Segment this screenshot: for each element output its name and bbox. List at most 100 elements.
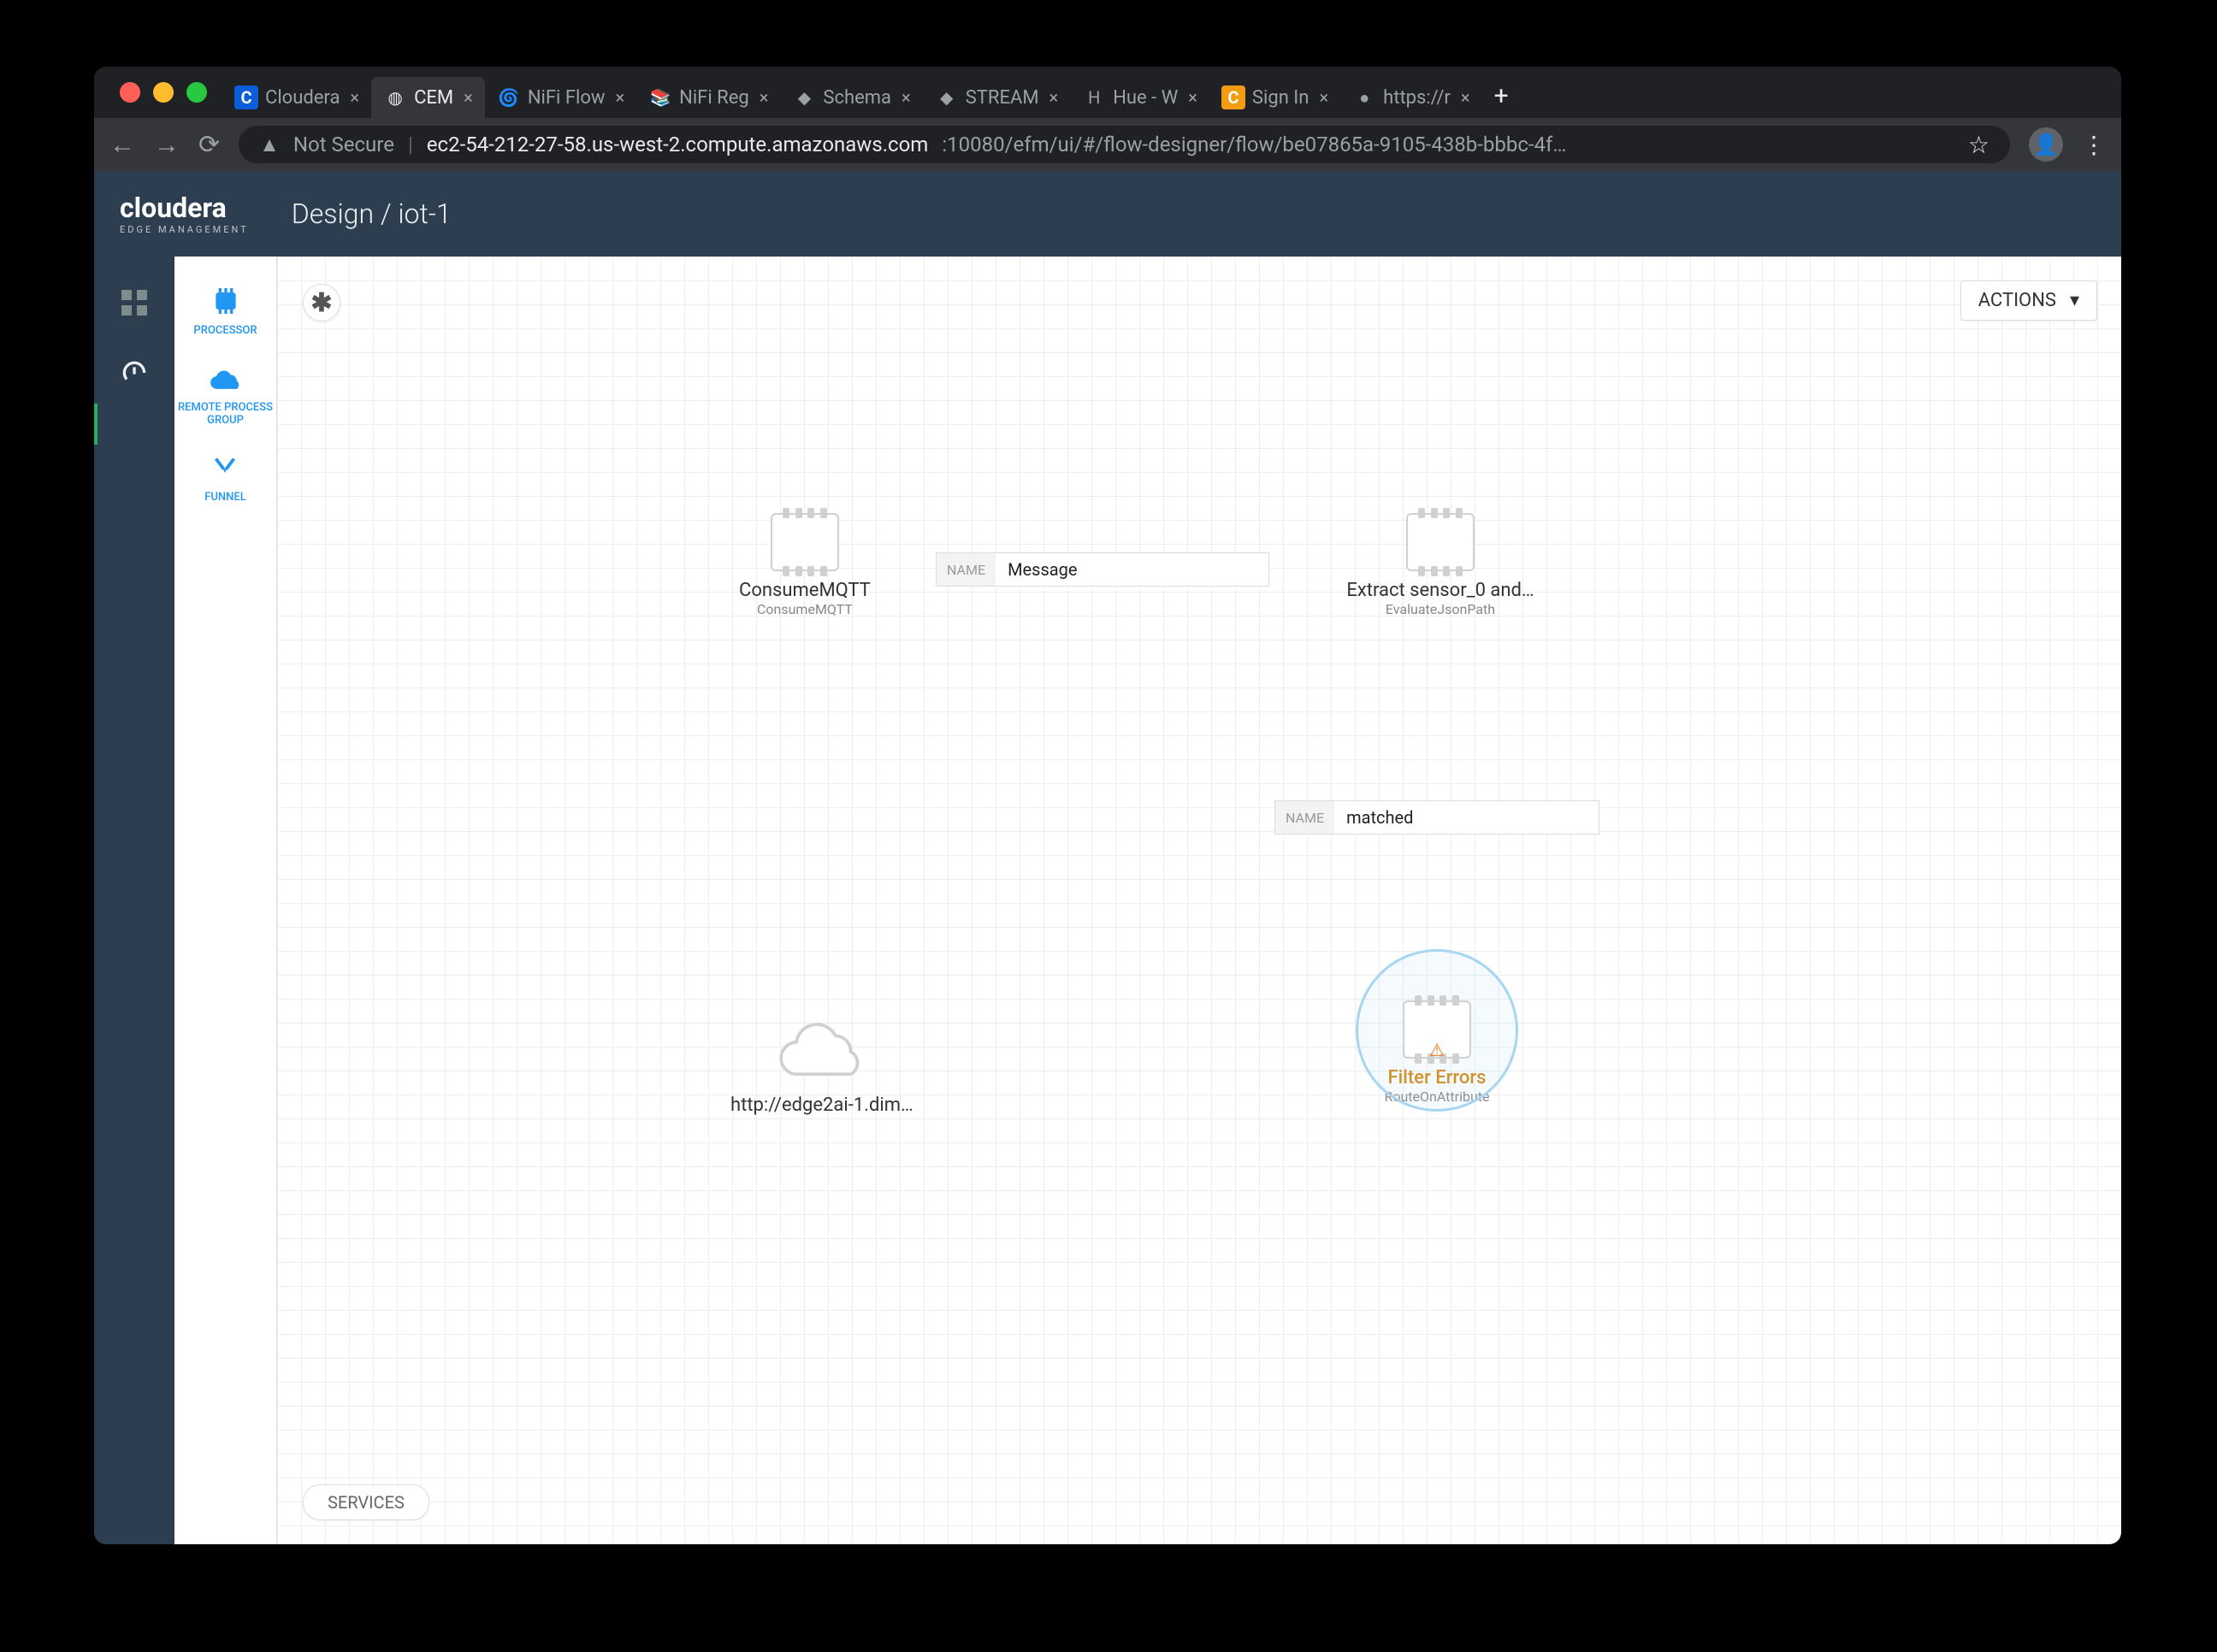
flow-canvas[interactable]: ✱ ACTIONS ▾ SERVICES xyxy=(277,257,2121,1544)
favicon-stream: ◆ xyxy=(935,86,959,109)
funnel-icon xyxy=(206,449,244,487)
palette-rpg[interactable]: REMOTE PROCESS GROUP xyxy=(174,359,276,427)
processor-icon xyxy=(207,282,245,320)
profile-avatar[interactable]: 👤 xyxy=(2029,127,2063,162)
menu-icon[interactable]: ⋮ xyxy=(2082,131,2106,159)
services-button[interactable]: SERVICES xyxy=(303,1484,429,1520)
tab-title: NiFi Reg xyxy=(679,87,749,109)
tab-https[interactable]: ● https://r × xyxy=(1340,77,1481,118)
tab-close-icon[interactable]: × xyxy=(1315,86,1332,109)
not-secure-icon: ▲ xyxy=(259,133,280,157)
palette-processor-label: PROCESSOR xyxy=(193,325,257,337)
left-sidebar xyxy=(94,257,174,1544)
processor-title: ConsumeMQTT xyxy=(739,580,871,601)
chevron-down-icon: ▾ xyxy=(2070,290,2079,311)
favicon-nifi-reg: 📚 xyxy=(648,86,672,109)
tab-title: STREAM xyxy=(966,87,1039,109)
palette-rpg-label: REMOTE PROCESS GROUP xyxy=(174,402,276,427)
browser-window: C Cloudera × ◍ CEM × 🌀 NiFi Flow × 📚 NiF… xyxy=(94,67,2121,1544)
component-palette: PROCESSOR REMOTE PROCESS GROUP FUNNEL xyxy=(174,257,277,1544)
tab-cloudera[interactable]: C Cloudera × xyxy=(222,77,371,118)
bookmark-icon[interactable]: ☆ xyxy=(1968,131,1989,159)
tab-strip: C Cloudera × ◍ CEM × 🌀 NiFi Flow × 📚 NiF… xyxy=(94,67,2121,118)
connection-name-value: matched xyxy=(1334,807,1599,828)
tab-title: Cloudera xyxy=(265,87,340,109)
tab-title: https://r xyxy=(1383,87,1451,109)
not-secure-label: Not Secure xyxy=(293,133,394,156)
maximize-window-icon[interactable] xyxy=(186,82,207,103)
sidebar-item-dashboard[interactable] xyxy=(114,352,155,393)
minimize-window-icon[interactable] xyxy=(153,82,174,103)
favicon-signin: C xyxy=(1221,86,1245,109)
url-path: :10080/efm/ui/#/flow-designer/flow/be078… xyxy=(942,133,1566,156)
palette-funnel-label: FUNNEL xyxy=(204,492,245,504)
favicon-generic: ● xyxy=(1352,86,1376,109)
logo: cloudera EDGE MANAGEMENT xyxy=(120,194,249,234)
tab-title: NiFi Flow xyxy=(528,87,606,109)
actions-button[interactable]: ACTIONS ▾ xyxy=(1960,280,2097,321)
reload-icon[interactable]: ⟳ xyxy=(198,130,220,160)
favicon-hue: H xyxy=(1082,86,1106,109)
macos-window-controls[interactable] xyxy=(104,82,222,103)
sidebar-item-grid[interactable] xyxy=(114,282,155,323)
connection-label-message[interactable]: NAME Message xyxy=(936,552,1269,587)
tab-signin[interactable]: C Sign In × xyxy=(1209,77,1340,118)
url-bar[interactable]: ▲ Not Secure | ec2-54-212-27-58.us-west-… xyxy=(239,126,2010,163)
tab-title: CEM xyxy=(414,87,453,109)
favicon-cloudera: C xyxy=(234,86,258,109)
tab-cem[interactable]: ◍ CEM × xyxy=(371,77,485,118)
tab-title: Sign In xyxy=(1252,87,1310,109)
sidebar-active-indicator xyxy=(94,404,98,445)
warning-icon: ⚠ xyxy=(1429,1040,1445,1060)
processor-icon xyxy=(1406,513,1475,571)
tab-close-icon[interactable]: × xyxy=(612,86,628,109)
processor-consumemqtt[interactable]: ConsumeMQTT ConsumeMQTT xyxy=(739,513,871,617)
palette-processor[interactable]: PROCESSOR xyxy=(193,282,257,337)
forward-icon[interactable]: → xyxy=(154,130,180,160)
app-body: PROCESSOR REMOTE PROCESS GROUP FUNNEL ✱ … xyxy=(94,257,2121,1544)
cloud-icon xyxy=(771,1018,873,1086)
tab-title: Schema xyxy=(823,87,891,109)
tab-close-icon[interactable]: × xyxy=(898,86,914,109)
actions-label: ACTIONS xyxy=(1978,290,2056,311)
processor-extract[interactable]: Extract sensor_0 and… EvaluateJsonPath xyxy=(1355,513,1526,617)
browser-toolbar: ← → ⟳ ▲ Not Secure | ec2-54-212-27-58.us… xyxy=(94,118,2121,171)
gauge-icon xyxy=(117,356,151,390)
favicon-nifi: 🌀 xyxy=(497,86,521,109)
processor-type: EvaluateJsonPath xyxy=(1386,601,1495,617)
processor-filter-errors[interactable]: ⚠ Filter Errors RouteOnAttribute xyxy=(1369,1000,1505,1105)
tab-close-icon[interactable]: × xyxy=(1046,86,1062,109)
back-icon[interactable]: ← xyxy=(109,130,135,160)
tab-nifi-reg[interactable]: 📚 NiFi Reg × xyxy=(636,77,780,118)
tab-close-icon[interactable]: × xyxy=(1457,86,1474,109)
tab-schema[interactable]: ◆ Schema × xyxy=(780,77,922,118)
tab-hue[interactable]: H Hue - W × xyxy=(1070,77,1209,118)
grid-icon xyxy=(119,287,150,318)
app-header: cloudera EDGE MANAGEMENT Design / iot-1 xyxy=(94,171,2121,257)
tab-close-icon[interactable]: × xyxy=(1185,86,1201,109)
favicon-cem: ◍ xyxy=(383,86,407,109)
remote-process-group[interactable]: http://edge2ai-1.dim… xyxy=(730,1018,913,1116)
connection-name-value: Message xyxy=(996,559,1268,580)
url-host: ec2-54-212-27-58.us-west-2.compute.amazo… xyxy=(427,133,929,156)
cloud-icon xyxy=(207,359,245,397)
connection-name-header: NAME xyxy=(937,553,996,586)
new-tab-button[interactable]: + xyxy=(1482,81,1521,111)
favicon-schema: ◆ xyxy=(792,86,816,109)
processor-title: Extract sensor_0 and… xyxy=(1346,580,1534,601)
breadcrumb: Design / iot-1 xyxy=(292,198,452,230)
logo-sub: EDGE MANAGEMENT xyxy=(120,225,249,234)
tab-nifi-flow[interactable]: 🌀 NiFi Flow × xyxy=(485,77,636,118)
tab-close-icon[interactable]: × xyxy=(756,86,772,109)
palette-funnel[interactable]: FUNNEL xyxy=(204,449,245,504)
close-window-icon[interactable] xyxy=(120,82,140,103)
rpg-title: http://edge2ai-1.dim… xyxy=(730,1094,913,1116)
tab-close-icon[interactable]: × xyxy=(346,86,363,109)
connection-name-header: NAME xyxy=(1275,801,1334,834)
unsaved-changes-badge[interactable]: ✱ xyxy=(303,284,340,322)
tab-close-icon[interactable]: × xyxy=(460,86,476,109)
tab-stream[interactable]: ◆ STREAM × xyxy=(923,77,1071,118)
connection-label-matched[interactable]: NAME matched xyxy=(1274,800,1599,835)
processor-type: ConsumeMQTT xyxy=(757,601,853,617)
logo-main: cloudera xyxy=(120,194,249,221)
